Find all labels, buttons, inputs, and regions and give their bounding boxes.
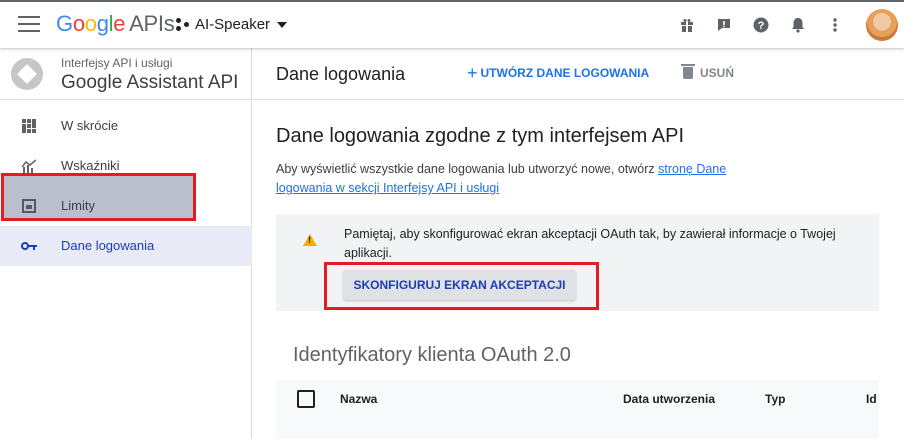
description: Aby wyświetlić wszystkie dane logowania … xyxy=(276,160,776,198)
sidebar-item-label: Dane logowania xyxy=(61,238,155,253)
column-header-created[interactable]: Data utworzenia xyxy=(623,392,715,406)
sidebar: Interfejsy API i usługi Google Assistant… xyxy=(0,48,252,439)
menu-icon[interactable] xyxy=(18,16,40,34)
column-header-name[interactable]: Nazwa xyxy=(340,392,377,406)
sidebar-item-quotas[interactable]: Limity xyxy=(0,186,252,226)
plus-icon: + xyxy=(467,63,478,83)
svg-text:?: ? xyxy=(758,20,765,32)
top-icons: ? xyxy=(679,2,904,48)
sidebar-item-label: W skrócie xyxy=(61,118,119,133)
page-title: Dane logowania xyxy=(276,64,406,84)
dashboard-icon xyxy=(21,118,37,134)
trash-icon xyxy=(681,64,695,79)
top-bar: Google APIs AI-Speaker ? xyxy=(0,0,904,48)
sidebar-nav: W skrócie Wskaźniki Limity Dane logowani… xyxy=(0,106,252,266)
notifications-icon[interactable] xyxy=(790,17,806,33)
help-icon[interactable]: ? xyxy=(753,17,769,33)
select-all-checkbox[interactable] xyxy=(297,390,315,408)
configure-consent-screen-button[interactable]: SKONFIGURUJ EKRAN AKCEPTACJI xyxy=(343,270,576,300)
oauth-clients-table: Nazwa Data utworzenia Typ Id xyxy=(276,380,879,439)
oauth-clients-title: Identyfikatory klienta OAuth 2.0 xyxy=(293,344,571,366)
sidebar-item-credentials[interactable]: Dane logowania xyxy=(0,226,252,266)
delete-button[interactable]: USUŃ xyxy=(681,64,735,80)
key-icon xyxy=(21,238,37,254)
sidebar-item-metrics[interactable]: Wskaźniki xyxy=(0,146,252,186)
create-credentials-label: UTWÓRZ DANE LOGOWANIA xyxy=(480,66,650,80)
notice-text: Pamiętaj, aby skonfigurować ekran akcept… xyxy=(344,227,836,260)
api-logo-icon xyxy=(11,58,43,90)
feedback-icon[interactable] xyxy=(716,17,732,33)
sidebar-item-label: Limity xyxy=(61,198,95,213)
description-text: Aby wyświetlić wszystkie dane logowania … xyxy=(276,162,659,176)
action-bar: Dane logowania + UTWÓRZ DANE LOGOWANIA U… xyxy=(253,48,904,100)
warning-icon xyxy=(303,234,317,246)
api-header: Interfejsy API i usługi Google Assistant… xyxy=(0,48,252,100)
more-vert-icon[interactable] xyxy=(827,17,843,33)
chevron-down-icon xyxy=(277,21,288,28)
project-dots-icon xyxy=(176,17,190,32)
api-subtitle: Interfejsy API i usługi xyxy=(61,56,173,70)
sidebar-item-overview[interactable]: W skrócie xyxy=(0,106,252,146)
project-name: AI-Speaker xyxy=(195,16,271,33)
create-credentials-button[interactable]: + UTWÓRZ DANE LOGOWANIA xyxy=(467,63,650,83)
sidebar-item-label: Wskaźniki xyxy=(61,158,120,173)
column-header-id[interactable]: Id xyxy=(866,392,877,406)
project-selector[interactable]: AI-Speaker xyxy=(176,16,288,33)
column-header-type[interactable]: Typ xyxy=(765,392,785,406)
main-content: Dane logowania + UTWÓRZ DANE LOGOWANIA U… xyxy=(253,48,904,439)
avatar[interactable] xyxy=(866,9,898,41)
google-apis-logo[interactable]: Google APIs xyxy=(56,11,175,37)
section-title: Dane logowania zgodne z tym interfejsem … xyxy=(276,125,684,147)
quotas-icon xyxy=(21,198,37,214)
gift-icon[interactable] xyxy=(679,17,695,33)
oauth-notice: Pamiętaj, aby skonfigurować ekran akcept… xyxy=(276,214,879,311)
api-name: Google Assistant API xyxy=(61,72,239,93)
delete-label: USUŃ xyxy=(700,66,735,80)
metrics-icon xyxy=(21,158,37,174)
